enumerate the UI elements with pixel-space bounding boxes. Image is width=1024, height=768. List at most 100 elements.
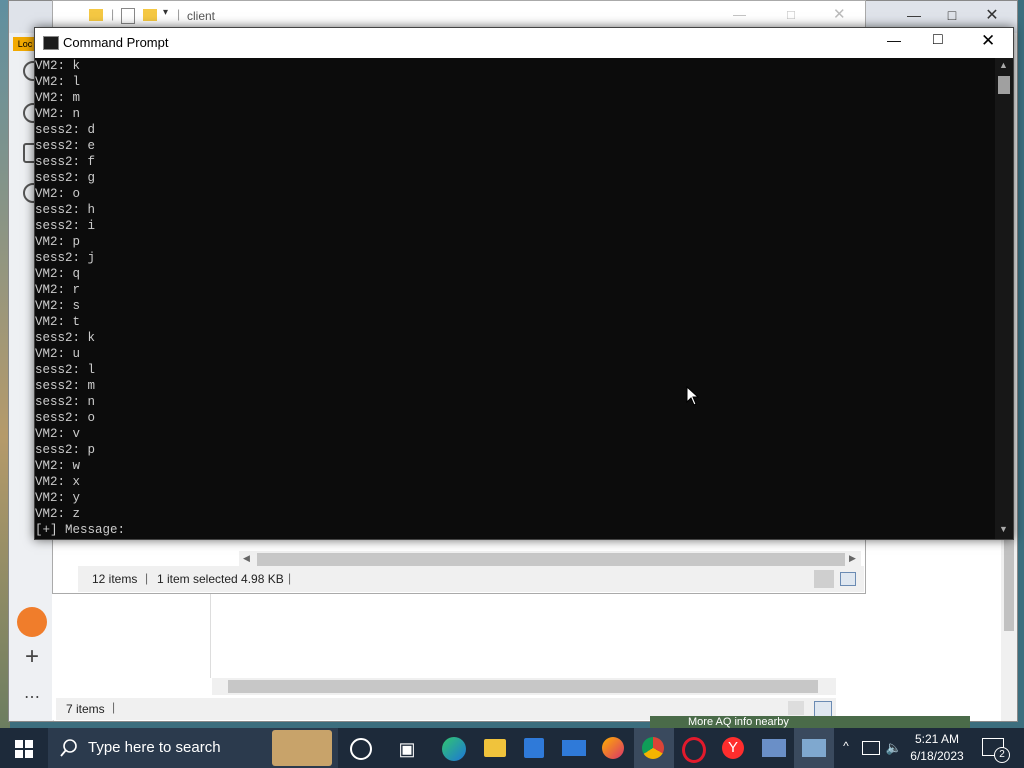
file-explorer-icon[interactable] xyxy=(484,739,506,757)
cmd-output-line: sess2: j xyxy=(35,251,96,265)
explorer-minimize-button[interactable]: — xyxy=(733,7,746,22)
cmd-output-line: VM2: p xyxy=(35,235,81,249)
large-icons-view-icon[interactable] xyxy=(840,572,856,586)
folder-icon xyxy=(89,9,103,21)
command-prompt-window: Command Prompt — □ ✕ VM2: k VM2: l VM2: mV… xyxy=(34,27,1014,540)
clock-date[interactable]: 6/18/2023 xyxy=(906,749,968,763)
cmd-output-line: sess2: o xyxy=(35,411,96,425)
cmd-titlebar: Command Prompt — □ ✕ xyxy=(35,28,1013,58)
aq-info-link[interactable]: More AQ info nearby xyxy=(688,716,789,728)
task-view-icon[interactable]: ▣ xyxy=(394,736,420,762)
cmd-output-line: VM2: y xyxy=(35,491,81,505)
qat-dropdown-icon[interactable]: ▾ xyxy=(163,7,168,18)
scroll-right-arrow[interactable]: ▶ xyxy=(849,553,856,564)
cmd-output-line: sess2: l xyxy=(35,363,96,377)
add-icon[interactable]: + xyxy=(19,643,45,671)
cmd-output-line: sess2: e xyxy=(35,139,96,153)
cmd-console-output[interactable]: VM2: k VM2: l VM2: m VM2: n sess2: d sess2: e… xyxy=(35,58,995,539)
cmd-output-line: VM2: l xyxy=(35,75,81,89)
cmd-maximize-button[interactable]: □ xyxy=(933,31,943,49)
cmd-window-title: Command Prompt xyxy=(63,35,169,50)
explorer-maximize-button[interactable]: □ xyxy=(787,7,795,22)
item-count-label: 12 items xyxy=(92,572,138,586)
cmd-output-line: VM2: q xyxy=(35,267,81,281)
cmd-output-line: VM2: z xyxy=(35,507,81,521)
cmd-output-line: sess2: i xyxy=(35,219,96,233)
browser-close-button[interactable]: ✕ xyxy=(977,5,1007,25)
cmd-app-icon xyxy=(43,36,59,50)
tray-expand-icon[interactable]: ^ xyxy=(838,739,854,753)
explorer-close-button[interactable]: ✕ xyxy=(833,5,846,23)
cmd-output-line: sess2: h xyxy=(35,203,96,217)
clock-time[interactable]: 5:21 AM xyxy=(906,732,968,746)
cmd-output-line: VM2: r xyxy=(35,283,81,297)
cmd-minimize-button[interactable]: — xyxy=(887,32,901,48)
cmd-output-line: sess2: d xyxy=(35,123,96,137)
explorer-back-hscroll[interactable] xyxy=(212,678,836,695)
status-divider: | xyxy=(112,700,116,714)
cmd-output-line: VM2: v xyxy=(35,427,81,441)
cmd-output-line: sess2: n xyxy=(35,395,96,409)
cmd-output-line: VM2: m xyxy=(35,91,81,105)
cmd-scroll-thumb[interactable] xyxy=(998,76,1010,94)
search-icon xyxy=(60,739,77,757)
volume-muted-icon[interactable]: 🔈 xyxy=(884,740,904,756)
chrome-icon[interactable] xyxy=(642,737,664,759)
title-divider: | xyxy=(177,7,181,21)
network-app-icon[interactable] xyxy=(802,739,826,757)
search-highlight-image xyxy=(272,730,332,766)
item-count-label: 7 items xyxy=(66,702,105,716)
cmd-prompt[interactable]: [+] Message: xyxy=(35,522,995,538)
explorer-back-hscroll-thumb[interactable] xyxy=(228,680,818,693)
browser-bottom-strip: More AQ info nearby xyxy=(650,716,970,728)
details-view-icon[interactable] xyxy=(814,570,834,588)
cmd-output-line: VM2: t xyxy=(35,315,81,329)
explorer-statusbar: 12 items | 1 item selected 4.98 KB | xyxy=(78,566,864,592)
browser-maximize-button[interactable]: □ xyxy=(937,7,967,23)
cmd-output-line: VM2: s xyxy=(35,299,81,313)
sidebar-app-icon[interactable] xyxy=(17,607,47,637)
selection-label: 1 item selected 4.98 KB xyxy=(157,572,284,586)
large-icons-view-icon[interactable] xyxy=(814,701,832,717)
browser-minimize-button[interactable]: — xyxy=(891,7,937,23)
scroll-left-arrow[interactable]: ◀ xyxy=(243,553,250,564)
cmd-output-line: sess2: m xyxy=(35,379,96,393)
status-divider: | xyxy=(145,571,149,585)
mail-icon[interactable] xyxy=(562,740,586,756)
browser-scroll-thumb[interactable] xyxy=(1004,535,1014,631)
edge-icon[interactable] xyxy=(442,737,466,761)
cmd-close-button[interactable]: ✕ xyxy=(981,31,995,51)
mouse-cursor-icon xyxy=(686,386,700,406)
cmd-output-line: VM2: o xyxy=(35,187,81,201)
windows-start-icon[interactable] xyxy=(15,740,33,758)
network-icon[interactable] xyxy=(862,741,880,755)
explorer-back-content xyxy=(210,592,837,678)
explorer-hscroll-thumb[interactable] xyxy=(257,553,845,566)
firefox-icon[interactable] xyxy=(602,737,624,759)
details-view-icon[interactable] xyxy=(788,701,804,715)
opera-icon[interactable] xyxy=(682,737,706,763)
cmd-scrollbar[interactable]: ▲ ▼ xyxy=(995,58,1013,539)
cmd-output-line: sess2: f xyxy=(35,155,96,169)
new-folder-icon[interactable] xyxy=(143,9,157,21)
remote-desktop-icon[interactable] xyxy=(762,739,786,757)
cmd-output-line: VM2: w xyxy=(35,459,81,473)
properties-icon[interactable] xyxy=(121,8,135,24)
cmd-output-line: sess2: k xyxy=(35,331,96,345)
more-icon[interactable]: ⋯ xyxy=(19,687,45,707)
yandex-icon[interactable]: Y xyxy=(722,737,744,759)
store-icon[interactable] xyxy=(524,738,544,758)
cmd-output-line: VM2: k xyxy=(35,59,81,73)
cmd-output-line: sess2: p xyxy=(35,443,96,457)
taskbar-search-box[interactable]: Type here to search xyxy=(48,728,338,768)
scroll-down-arrow[interactable]: ▼ xyxy=(999,524,1008,534)
cmd-output-line: VM2: x xyxy=(35,475,81,489)
status-divider-2: | xyxy=(288,571,292,585)
explorer-title: client xyxy=(187,9,216,23)
cortana-icon[interactable] xyxy=(350,738,372,760)
cmd-output-line: VM2: n xyxy=(35,107,81,121)
taskbar: Type here to search ▣ Y ^ 🔈 5:21 AM 6/18… xyxy=(0,728,1024,768)
cmd-output-line: VM2: u xyxy=(35,347,81,361)
cmd-output-line: sess2: g xyxy=(35,171,96,185)
scroll-up-arrow[interactable]: ▲ xyxy=(999,60,1008,70)
